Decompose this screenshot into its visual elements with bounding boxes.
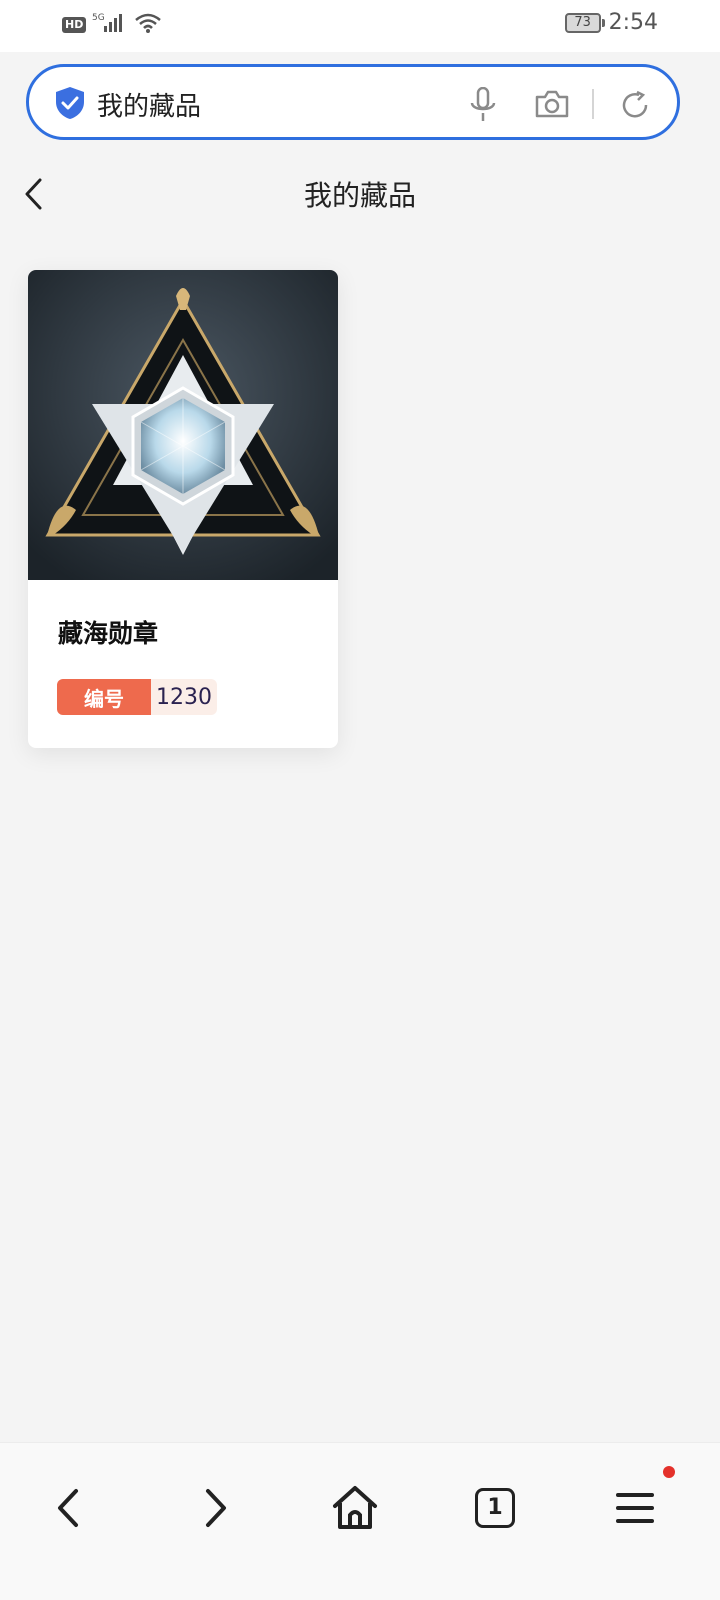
wifi-icon [134,12,162,38]
clock: 2:54 [608,10,658,35]
tabs-icon[interactable]: 1 [470,1483,520,1533]
menu-icon[interactable] [610,1483,660,1533]
reload-icon[interactable] [619,89,651,121]
forward-icon[interactable] [190,1483,240,1533]
status-left: HD 5G [62,12,162,38]
medal-image [28,270,338,580]
home-icon[interactable] [330,1483,380,1533]
camera-icon[interactable] [534,89,570,119]
status-bar: HD 5G 73 2:54 [0,0,720,52]
page-header: 我的藏品 [0,146,720,242]
status-right: 73 2:54 [564,10,658,35]
hd-icon: HD [62,17,87,33]
bottom-nav: 1 [0,1442,720,1600]
tab-count: 1 [475,1488,515,1528]
page-title: 我的藏品 [303,179,416,212]
collection-item-name: 藏海勋章 [58,619,159,648]
serial-number-badge: 编号 1230 [57,679,217,715]
battery-icon: 73 [564,12,605,33]
address-bar[interactable]: 我的藏品 [26,64,680,140]
address-divider [592,89,594,119]
address-input[interactable]: 我的藏品 [97,86,201,123]
notification-dot [663,1466,675,1478]
back-icon[interactable] [44,1483,94,1533]
network-type: 5G [92,13,105,23]
serial-number-label: 编号 [57,679,151,715]
signal-icon: 5G [92,12,128,38]
shield-check-icon [54,86,86,120]
microphone-icon[interactable] [467,86,499,123]
serial-number-value: 1230 [151,679,217,715]
collection-card[interactable]: 藏海勋章 编号 1230 [28,270,338,748]
